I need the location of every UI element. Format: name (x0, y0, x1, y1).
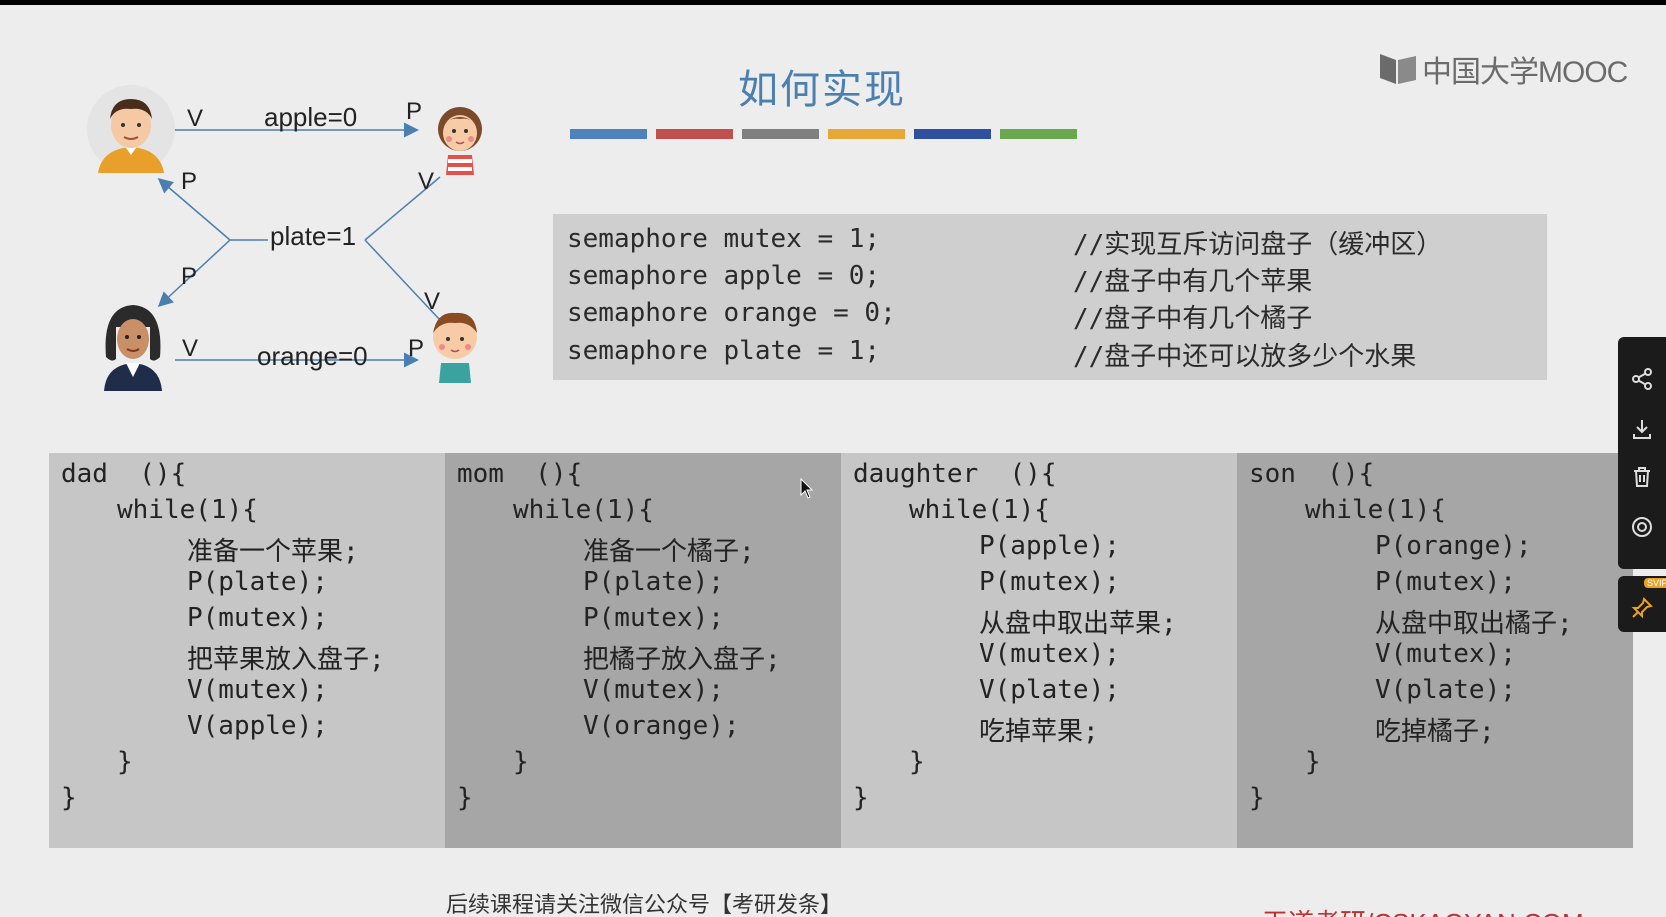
code-line: V(mutex); (187, 675, 328, 705)
plate-label: plate=1 (270, 221, 357, 251)
code-line: 吃掉橘子; (1375, 717, 1495, 747)
code-line: while(1){ (1305, 495, 1446, 525)
code-line: } (61, 783, 77, 813)
semaphore-decl: semaphore plate = 1; (567, 336, 881, 366)
svip-badge: SVIP (1644, 578, 1666, 588)
code-line: } (1249, 783, 1265, 813)
code-line: 从盘中取出苹果; (979, 609, 1177, 639)
slide-title: 如何实现 (738, 67, 906, 113)
color-bar-segment (1000, 129, 1077, 139)
code-line: } (1305, 747, 1321, 777)
code-line: P(apple); (979, 531, 1120, 561)
code-line: dad (){ (61, 459, 187, 489)
code-line: 准备一个苹果; (187, 537, 359, 567)
dad-avatar (86, 83, 176, 179)
code-line: P(mutex); (187, 603, 328, 633)
code-line: 把苹果放入盘子; (187, 645, 385, 675)
dad-p-label: P (181, 168, 198, 195)
color-bar-segment (656, 129, 733, 139)
footer-notice: 后续课程请关注微信公众号【考研发条】 (446, 893, 843, 917)
code-line: V(mutex); (1375, 639, 1516, 669)
code-line: } (117, 747, 133, 777)
title-color-bar (570, 129, 1077, 139)
code-line: 从盘中取出橘子; (1375, 609, 1573, 639)
semaphore-decl: semaphore mutex = 1; (567, 224, 881, 254)
mom-avatar (96, 297, 170, 396)
side-toolbar (1618, 337, 1666, 569)
delete-icon[interactable] (1630, 465, 1654, 489)
code-line: P(mutex); (1375, 567, 1516, 597)
color-bar-segment (570, 129, 647, 139)
code-line: V(plate); (1375, 675, 1516, 705)
code-line: P(orange); (1375, 531, 1532, 561)
semaphore-comment: //实现互斥访问盘子（缓冲区） (1073, 230, 1443, 260)
footer-site: 王道考研/CSKAOYAN.COM (1262, 903, 1584, 917)
code-line: } (513, 747, 529, 777)
semaphore-comment: //盘子中还可以放多少个水果 (1073, 342, 1417, 372)
code-line: mom (){ (457, 459, 583, 489)
dad-code-panel: dad (){ while(1){ 准备一个苹果; P(plate); P(mutex)… (49, 453, 445, 848)
download-icon[interactable] (1630, 417, 1654, 441)
code-line: P(mutex); (979, 567, 1120, 597)
daughter-avatar (430, 97, 490, 181)
color-bar-segment (914, 129, 991, 139)
daughter-code-panel: daughter (){ while(1){ P(apple); P(mutex); 从… (841, 453, 1237, 848)
semaphore-declarations: semaphore mutex = 1; //实现互斥访问盘子（缓冲区） sem… (553, 214, 1547, 380)
code-line: while(1){ (117, 495, 258, 525)
daughter-v-label: V (418, 168, 435, 195)
color-bar-segment (828, 129, 905, 139)
slide: 如何实现 中国大学MOOC apple=0 plate=1 orange=0 V… (0, 5, 1666, 917)
code-line: V(mutex); (583, 675, 724, 705)
code-line: } (909, 747, 925, 777)
target-icon[interactable] (1630, 515, 1654, 539)
code-line: P(mutex); (583, 603, 724, 633)
code-line: P(plate); (583, 567, 724, 597)
mooc-logo-icon (1378, 52, 1418, 86)
code-line: } (853, 783, 869, 813)
mom-v-label: V (182, 335, 199, 362)
code-line: V(orange); (583, 711, 740, 741)
code-line: while(1){ (513, 495, 654, 525)
mom-p-label: P (181, 263, 198, 290)
code-line: 准备一个橘子; (583, 537, 755, 567)
pin-icon (1631, 597, 1653, 619)
daughter-p-label: P (406, 98, 423, 125)
orange-label: orange=0 (257, 341, 368, 371)
semaphore-decl: semaphore orange = 0; (567, 298, 896, 328)
semaphore-decl: semaphore apple = 0; (567, 261, 881, 291)
code-line: V(apple); (187, 711, 328, 741)
code-line: V(plate); (979, 675, 1120, 705)
code-line: P(plate); (187, 567, 328, 597)
mom-code-panel: mom (){ while(1){ 准备一个橘子; P(plate); P(mutex)… (445, 453, 841, 848)
dad-v-label: V (187, 105, 204, 132)
code-line: } (457, 783, 473, 813)
semaphore-comment: //盘子中有几个苹果 (1073, 267, 1313, 297)
mouse-cursor-icon (800, 477, 814, 504)
son-v-label: V (424, 288, 441, 315)
code-line: daughter (){ (853, 459, 1057, 489)
code-line: while(1){ (909, 495, 1050, 525)
code-line: V(mutex); (979, 639, 1120, 669)
mooc-logo-text: 中国大学MOOC (1422, 56, 1628, 89)
code-line: 吃掉苹果; (979, 717, 1099, 747)
apple-label: apple=0 (264, 102, 358, 132)
code-line: 把橘子放入盘子; (583, 645, 781, 675)
share-icon[interactable] (1630, 367, 1654, 391)
code-line: son (){ (1249, 459, 1375, 489)
pin-button[interactable]: SVIP (1618, 576, 1666, 632)
color-bar-segment (742, 129, 819, 139)
son-p-label: P (408, 335, 425, 362)
mooc-logo: 中国大学MOOC (1378, 47, 1628, 91)
semaphore-comment: //盘子中有几个橘子 (1073, 304, 1313, 334)
son-code-panel: son (){ while(1){ P(orange); P(mutex); 从盘中取出… (1237, 453, 1633, 848)
